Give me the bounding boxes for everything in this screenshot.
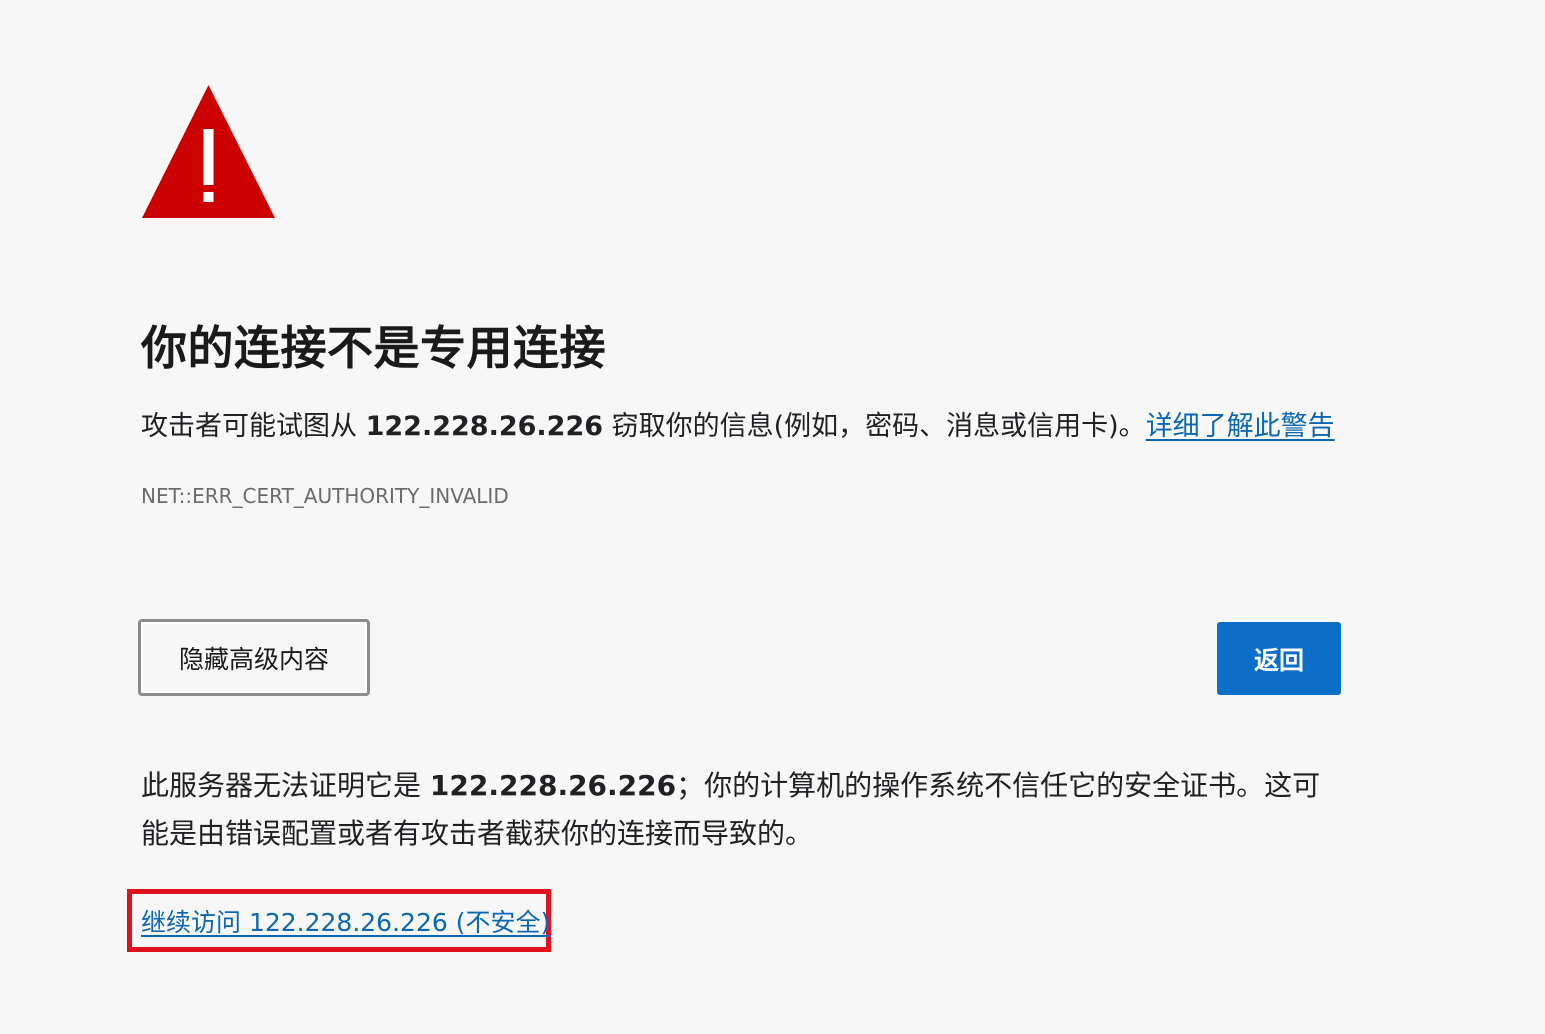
security-warning-page: 你的连接不是专用连接 攻击者可能试图从 122.228.26.226 窃取你的信…	[0, 0, 1545, 1034]
details-host: 122.228.26.226	[429, 769, 677, 802]
message-text-before: 攻击者可能试图从	[141, 411, 366, 442]
page-title: 你的连接不是专用连接	[141, 321, 606, 375]
message-host: 122.228.26.226	[365, 411, 604, 442]
learn-more-link[interactable]: 详细了解此警告	[1146, 411, 1335, 442]
warning-triangle-icon	[142, 85, 275, 218]
error-code: NET::ERR_CERT_AUTHORITY_INVALID	[141, 484, 509, 508]
proceed-unsafe-link[interactable]: 继续访问 122.228.26.226 (不安全)	[141, 903, 550, 939]
details-text-before: 此服务器无法证明它是	[141, 769, 430, 802]
advanced-details-text: 此服务器无法证明它是 122.228.26.226；你的计算机的操作系统不信任它…	[141, 762, 1341, 858]
back-button[interactable]: 返回	[1217, 622, 1341, 695]
message-text-after: 窃取你的信息(例如，密码、消息或信用卡)。	[603, 411, 1146, 442]
hide-advanced-button[interactable]: 隐藏高级内容	[138, 619, 370, 696]
warning-message: 攻击者可能试图从 122.228.26.226 窃取你的信息(例如，密码、消息或…	[141, 408, 1335, 446]
